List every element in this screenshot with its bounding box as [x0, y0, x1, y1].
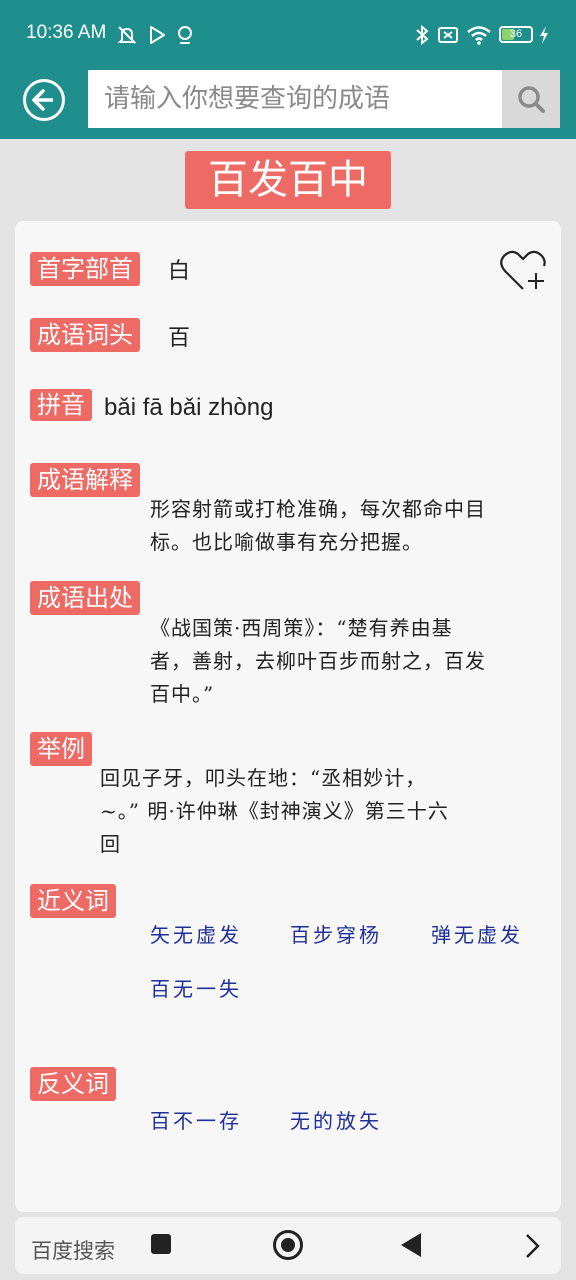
meaning-label: 成语解释 — [30, 463, 140, 497]
antonyms-label: 反义词 — [30, 1067, 116, 1101]
source-line: 者，善射，去柳叶百步而射之，百发 — [150, 649, 486, 673]
app-header — [0, 66, 576, 139]
record-icon[interactable] — [273, 1230, 303, 1260]
bluetooth-icon — [416, 24, 429, 46]
search-button[interactable] — [502, 70, 560, 128]
arrow-left-icon — [32, 89, 53, 111]
favorite-add-button[interactable] — [499, 247, 549, 295]
antonym-link[interactable]: 百不一存 — [150, 1105, 242, 1134]
bottom-navbar: 百度搜索 — [15, 1217, 561, 1274]
meaning-line: 标。也比喻做事有充分把握。 — [150, 530, 423, 554]
status-bar: 10:36 AM 36 — [0, 0, 576, 66]
idiom-title: 百发百中 — [185, 151, 391, 209]
meaning-text: 形容射箭或打枪准确，每次都命中目 标。也比喻做事有充分把握。 — [150, 493, 486, 559]
baidu-search-button[interactable]: 百度搜索 — [31, 1235, 115, 1265]
search-icon — [518, 86, 545, 113]
antonym-link[interactable]: 无的放矢 — [290, 1105, 382, 1134]
example-line: 回 — [100, 832, 121, 856]
back-button[interactable] — [23, 79, 65, 121]
notification-icon — [178, 26, 192, 44]
example-line: ~。” 明·许仲琳《封神演义》第三十六 — [100, 799, 449, 823]
pinyin-label: 拼音 — [30, 389, 92, 421]
heart-plus-icon — [500, 250, 546, 290]
synonym-link[interactable]: 百步穿杨 — [290, 919, 382, 948]
radical-value: 白 — [168, 259, 191, 284]
battery-icon: 36 — [499, 26, 533, 43]
source-line: 《战国策·西周策》：“楚有养由基 — [150, 616, 453, 640]
wifi-icon — [467, 26, 491, 45]
chevron-right-icon[interactable] — [521, 1233, 543, 1259]
head-value: 百 — [168, 326, 191, 351]
synonyms-label: 近义词 — [30, 884, 116, 918]
source-line: 百中。” — [150, 682, 215, 706]
status-time: 10:36 AM — [26, 22, 107, 43]
sim-icon — [438, 27, 458, 43]
search-input[interactable] — [88, 70, 502, 128]
synonym-link[interactable]: 矢无虚发 — [150, 919, 242, 948]
synonym-link[interactable]: 百无一失 — [150, 973, 242, 1002]
meaning-line: 形容射箭或打枪准确，每次都命中目 — [150, 497, 486, 521]
head-label: 成语词头 — [30, 318, 140, 352]
example-line: 回见子牙，叩头在地：“丞相妙计， — [100, 766, 427, 790]
play-icon — [150, 26, 165, 44]
source-text: 《战国策·西周策》：“楚有养由基 者，善射，去柳叶百步而射之，百发 百中。” — [150, 612, 486, 711]
mute-icon — [117, 26, 137, 44]
search-box[interactable] — [88, 70, 502, 128]
stop-icon[interactable] — [151, 1234, 171, 1254]
charging-icon — [540, 26, 548, 44]
back-triangle-icon[interactable] — [401, 1233, 421, 1257]
example-text: 回见子牙，叩头在地：“丞相妙计， ~。” 明·许仲琳《封神演义》第三十六 回 — [100, 762, 449, 861]
battery-level: 36 — [509, 28, 523, 40]
idiom-detail-card — [15, 221, 561, 1212]
pinyin-value: bǎi fā bǎi zhòng — [104, 394, 274, 421]
source-label: 成语出处 — [30, 581, 140, 615]
radical-label: 首字部首 — [30, 252, 140, 286]
example-label: 举例 — [30, 732, 92, 766]
synonym-link[interactable]: 弹无虚发 — [431, 919, 523, 948]
